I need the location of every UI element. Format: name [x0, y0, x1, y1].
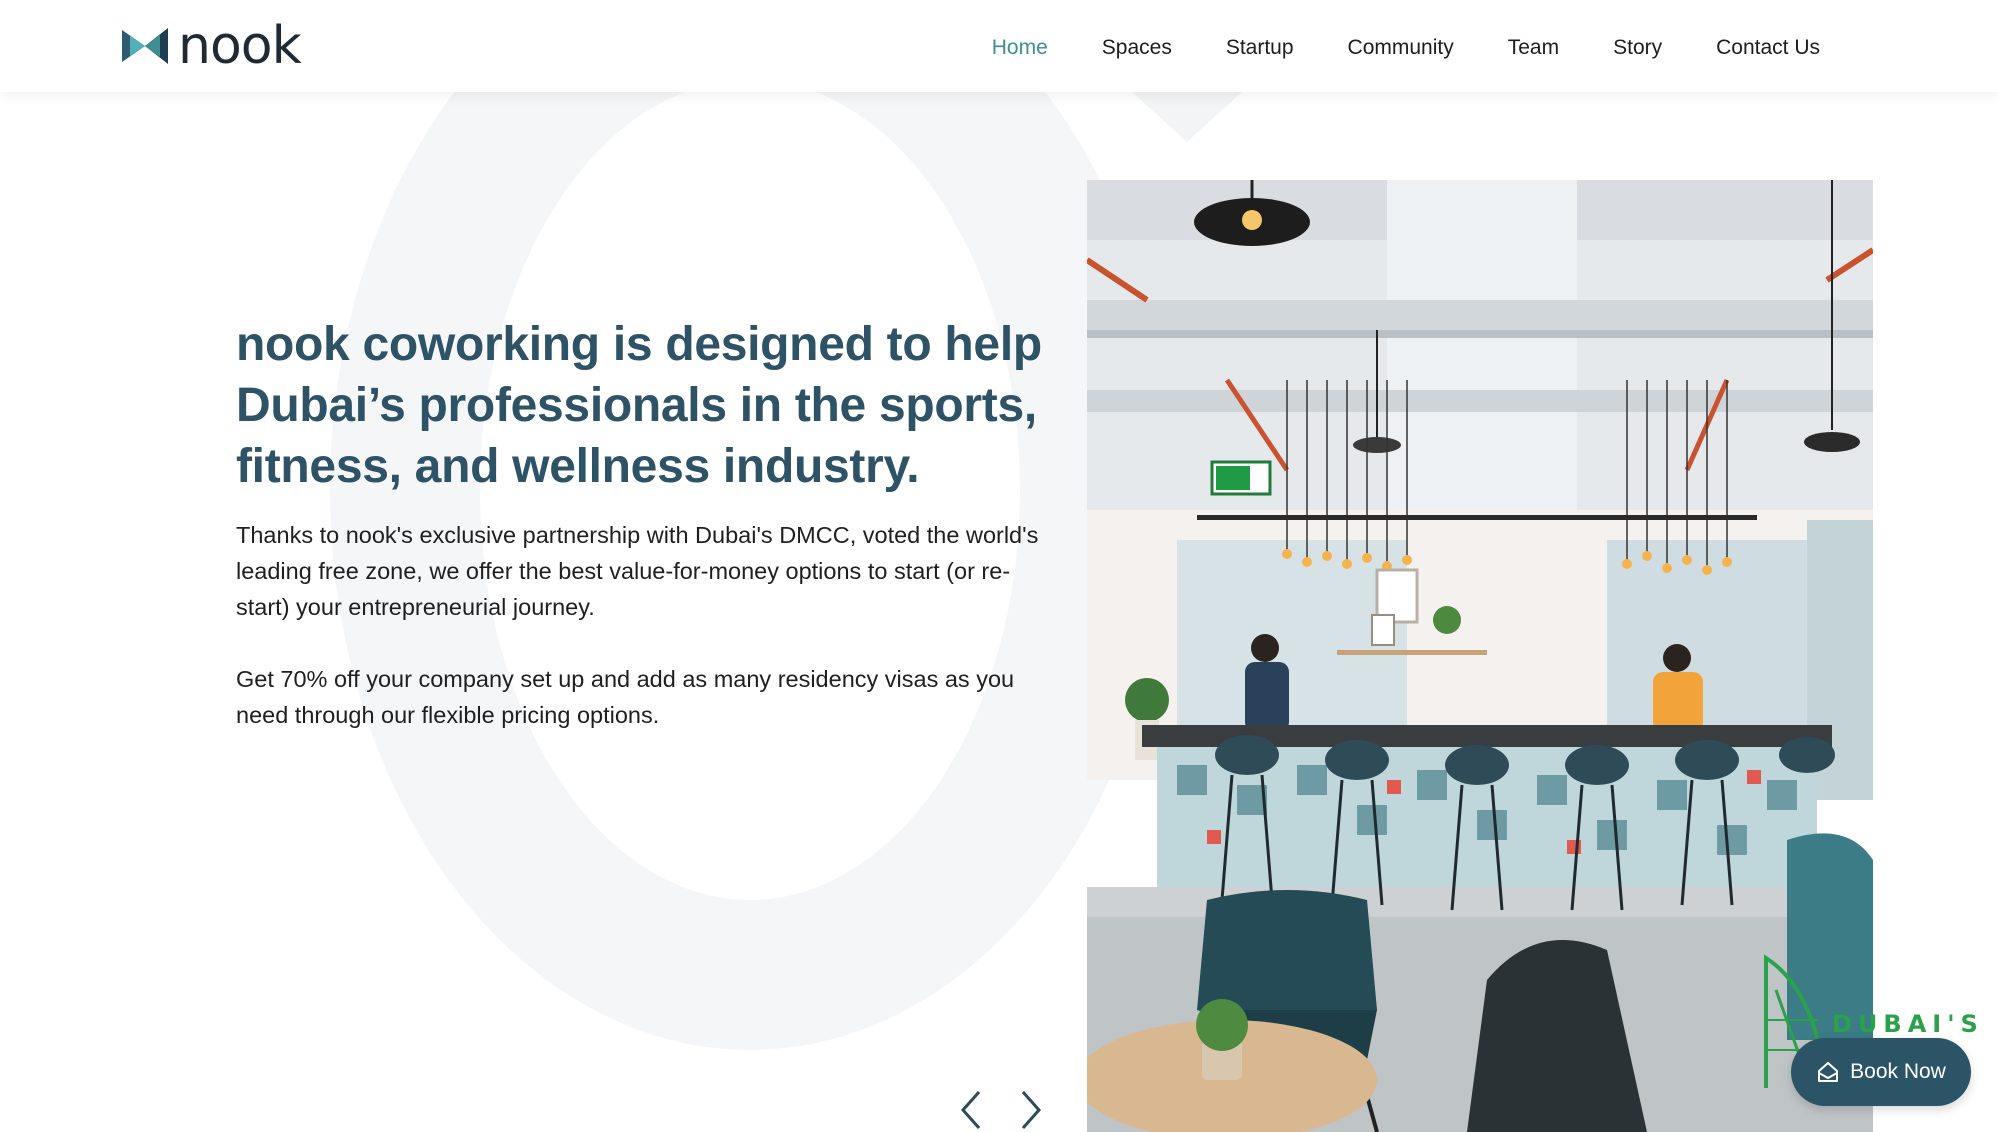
site-header: nook Home Spaces Startup Community Team … — [0, 0, 1999, 92]
nav-link-spaces[interactable]: Spaces — [1075, 30, 1199, 66]
hero-text-block: nook coworking is designed to help Dubai… — [236, 314, 1046, 769]
nav-link-community[interactable]: Community — [1321, 30, 1481, 66]
slider-controls — [955, 1088, 1047, 1132]
nav-item-home: Home — [965, 30, 1075, 66]
nav-link-team[interactable]: Team — [1481, 30, 1586, 66]
nav-link-startup[interactable]: Startup — [1199, 30, 1321, 66]
home-icon — [1818, 1062, 1839, 1082]
background-triangle — [1132, 92, 1242, 142]
logo[interactable]: nook — [122, 16, 302, 76]
badge-text: DUBAI'S — [1832, 1010, 1984, 1038]
nav-item-spaces: Spaces — [1075, 30, 1199, 66]
chevron-right-icon[interactable] — [1015, 1088, 1047, 1132]
nav-item-story: Story — [1586, 30, 1689, 66]
nav-item-community: Community — [1321, 30, 1481, 66]
nav-link-contact-us[interactable]: Contact Us — [1689, 30, 1847, 66]
logo-mark-icon — [122, 28, 168, 64]
book-now-button[interactable]: Book Now — [1791, 1038, 1971, 1106]
nav-link-home[interactable]: Home — [965, 30, 1075, 66]
nav-list: Home Spaces Startup Community Team Story… — [965, 30, 1847, 66]
chevron-left-icon[interactable] — [955, 1088, 987, 1132]
book-now-label: Book Now — [1850, 1060, 1946, 1083]
hero-title: nook coworking is designed to help Dubai… — [236, 318, 1042, 493]
nav-item-startup: Startup — [1199, 30, 1321, 66]
nav-item-team: Team — [1481, 30, 1586, 66]
nav-link-story[interactable]: Story — [1586, 30, 1689, 66]
hero-paragraph-2: Get 70% off your company set up and add … — [236, 666, 1015, 728]
nav-item-contact: Contact Us — [1689, 30, 1847, 66]
logo-text: nook — [178, 16, 302, 76]
hero-paragraph-1: Thanks to nook's exclusive partnership w… — [236, 522, 1039, 620]
